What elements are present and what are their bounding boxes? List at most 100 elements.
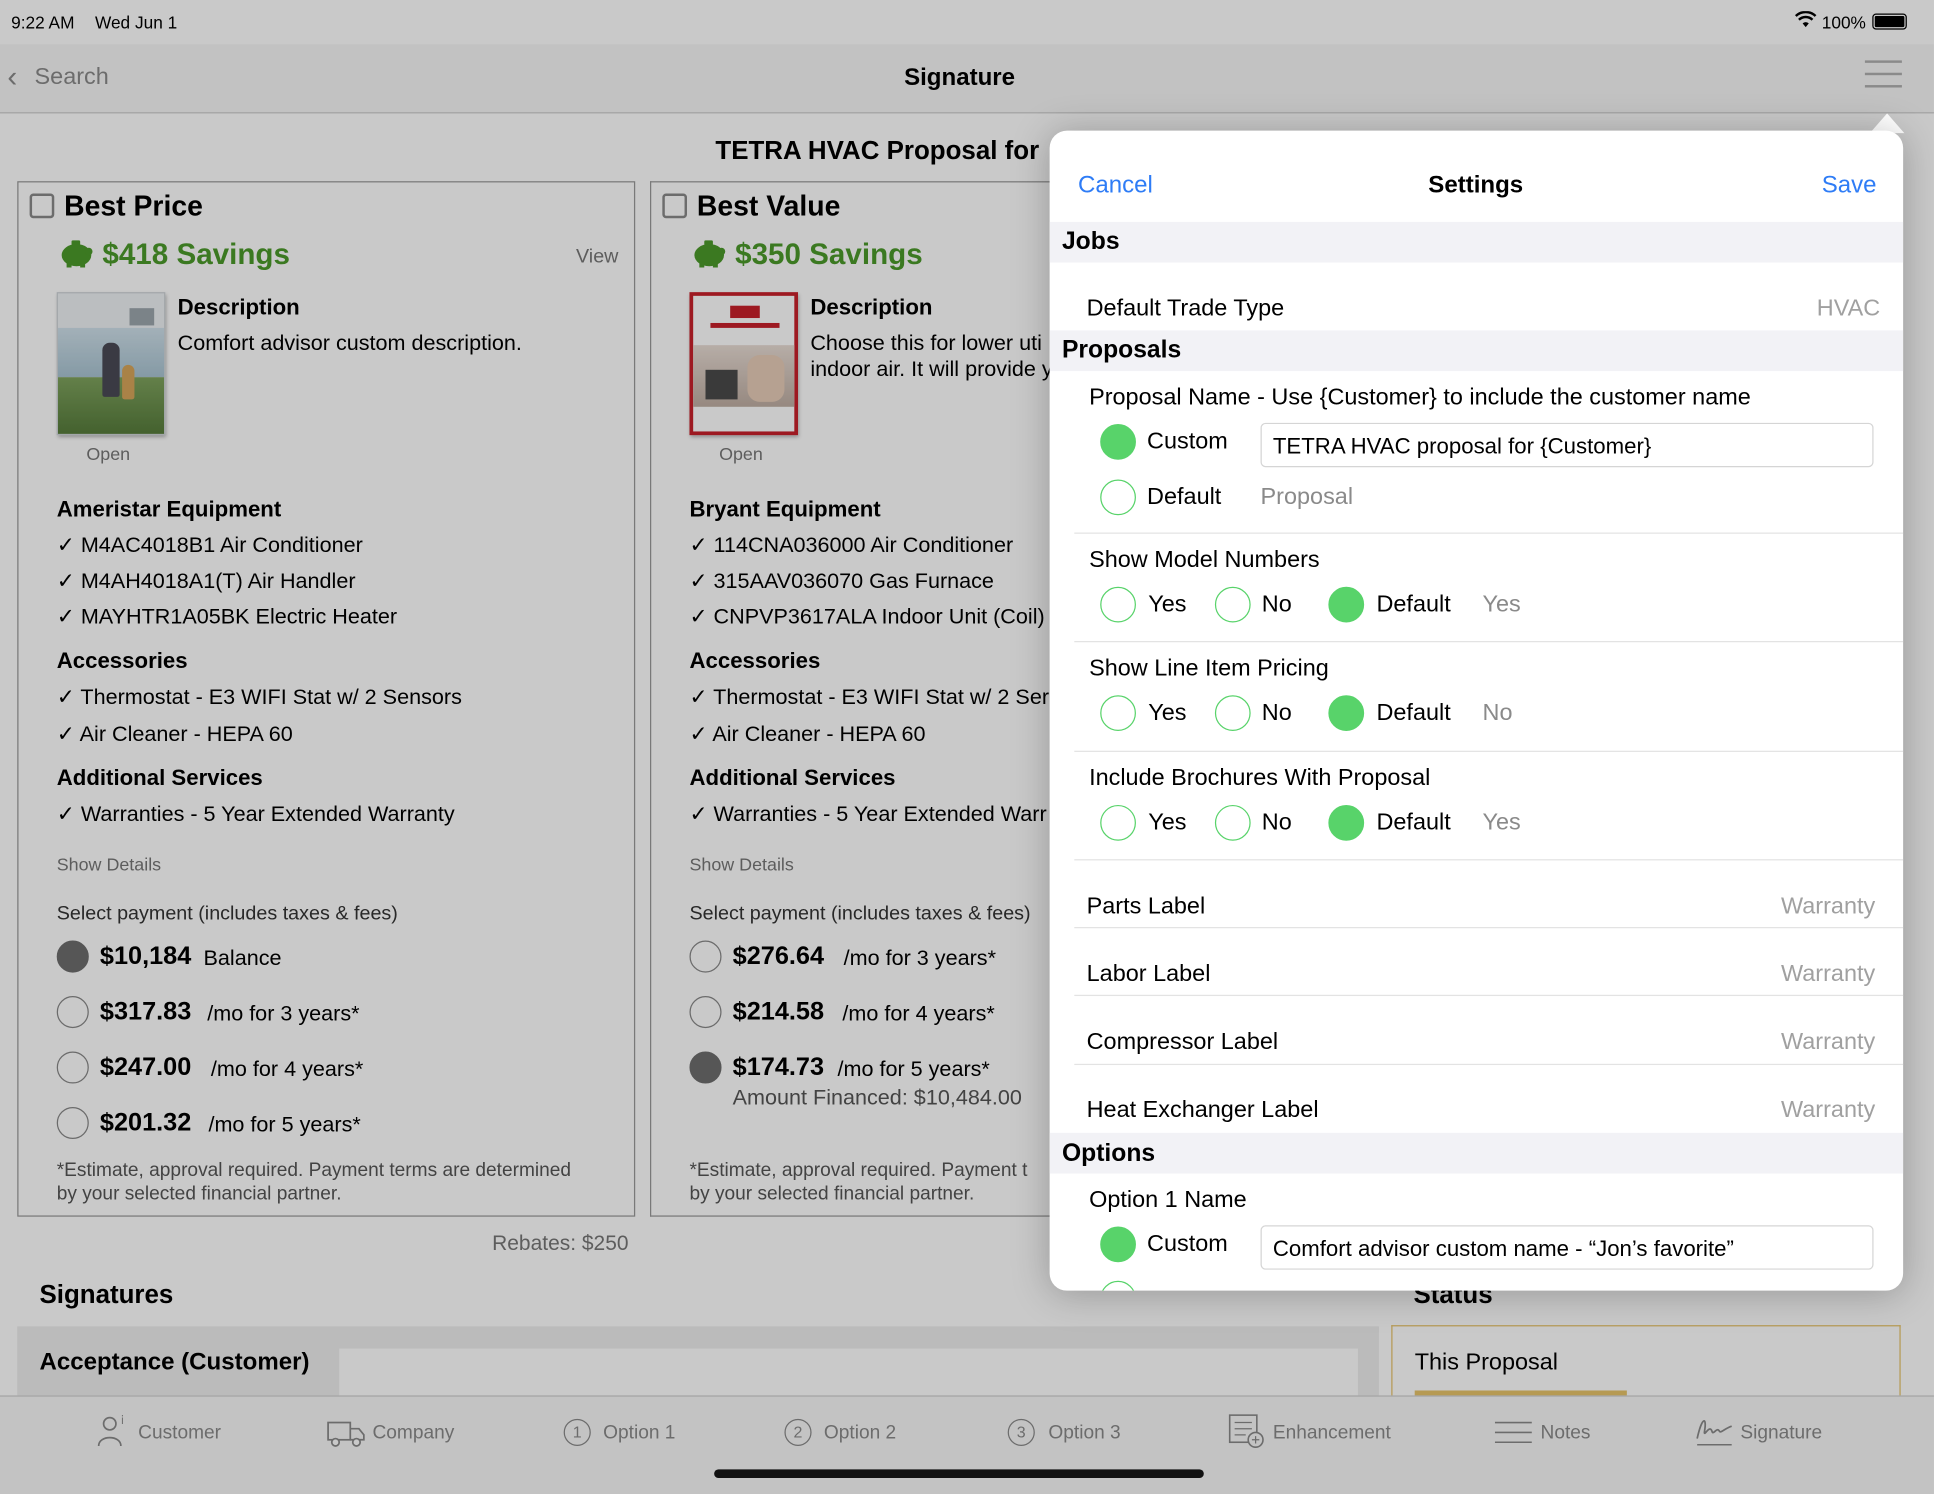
yes-label: Yes (1148, 700, 1187, 727)
default-label: Default (1376, 700, 1451, 727)
section-options: Options (1049, 1132, 1904, 1174)
cancel-button[interactable]: Cancel (1078, 171, 1153, 199)
tab-customer[interactable]: Customer (138, 1423, 221, 1445)
line-item-pricing-default-radio[interactable] (1328, 695, 1365, 731)
accessory-item: ✓ Air Cleaner - HEPA 60 (689, 721, 926, 746)
proposal-name-label: Proposal Name - Use {Customer} to includ… (1089, 384, 1751, 411)
save-button[interactable]: Save (1822, 171, 1877, 199)
parts-value[interactable]: Warranty (1781, 894, 1875, 921)
signatures-heading: Signatures (39, 1280, 174, 1310)
show-details-link[interactable]: Show Details (57, 855, 161, 875)
default-trade-type-value[interactable]: HVAC (1817, 296, 1880, 323)
payment-term: /mo for 3 years* (843, 945, 997, 971)
tab-signature[interactable]: Signature (1740, 1423, 1822, 1445)
option-1-name-input[interactable]: Comfort advisor custom name - “Jon’s fav… (1260, 1225, 1874, 1270)
equipment-item: ✓ M4AH4018A1(T) Air Handler (56, 568, 356, 593)
option-card-best-price: Best Price $418 Savings View Open Descri… (17, 181, 636, 1217)
description-text: indoor air. It will provide y (810, 356, 1053, 381)
equipment-item: ✓ 315AAV036070 Gas Furnace (689, 568, 994, 593)
option-1-default-radio[interactable] (1100, 1280, 1136, 1291)
payment-radio[interactable] (689, 1051, 722, 1084)
enhancement-icon (1228, 1414, 1265, 1455)
divider (1074, 994, 1904, 997)
open-brochure-link[interactable]: Open (719, 445, 763, 465)
section-proposals: Proposals (1049, 330, 1904, 372)
page-title: Signature (904, 64, 1016, 92)
payment-heading: Select payment (includes taxes & fees) (56, 903, 398, 925)
chevron-left-icon[interactable]: ‹ (7, 60, 17, 95)
disclaimer: *Estimate, approval required. Payment te… (56, 1159, 572, 1181)
brochures-no-radio[interactable] (1214, 804, 1251, 841)
proposal-name-custom-radio[interactable] (1100, 424, 1136, 460)
equipment-item: ✓ CNPVP3617ALA Indoor Unit (Coil) (689, 604, 1045, 629)
tab-option-1[interactable]: Option 1 (603, 1423, 675, 1445)
compressor-value[interactable]: Warranty (1781, 1029, 1875, 1056)
payment-radio[interactable] (56, 1051, 89, 1084)
tab-option-2[interactable]: Option 2 (824, 1423, 896, 1445)
payment-radio[interactable] (56, 940, 89, 973)
payment-price: $10,184 (99, 941, 192, 971)
acceptance-label: Acceptance (Customer) (39, 1348, 310, 1376)
compressor-label: Compressor Label (1086, 1029, 1279, 1056)
option-name: Best Price (64, 189, 203, 222)
menu-icon[interactable] (1864, 60, 1902, 88)
battery-percent: 100% (1821, 12, 1866, 33)
customer-icon: i (96, 1413, 128, 1454)
payment-radio[interactable] (689, 996, 722, 1029)
brochure-thumbnail[interactable] (56, 292, 166, 436)
option-1-custom-radio[interactable] (1100, 1226, 1136, 1263)
brochure-thumbnail[interactable] (689, 292, 799, 436)
brochures-yes-radio[interactable] (1100, 804, 1136, 841)
services-heading: Additional Services (56, 765, 263, 791)
view-link[interactable]: View (576, 247, 618, 269)
tab-notes[interactable]: Notes (1541, 1423, 1591, 1445)
payment-price: $276.64 (732, 941, 825, 971)
payment-radio[interactable] (689, 940, 722, 973)
proposal-name-default-radio[interactable] (1100, 479, 1136, 516)
signature-pad[interactable] (339, 1348, 1358, 1396)
model-numbers-no-radio[interactable] (1214, 586, 1251, 623)
savings-amount: $350 Savings (735, 237, 923, 272)
line-item-pricing-yes-radio[interactable] (1100, 695, 1136, 731)
heat-exchanger-value[interactable]: Warranty (1781, 1097, 1875, 1124)
show-details-link[interactable]: Show Details (689, 855, 793, 875)
equipment-item: ✓ MAYHTR1A05BK Electric Heater (56, 604, 398, 629)
accessory-item: ✓ Thermostat - E3 WIFI Stat w/ 2 Sensors (56, 684, 462, 709)
yes-label: Yes (1148, 591, 1187, 618)
accessory-item: ✓ Thermostat - E3 WIFI Stat w/ 2 Ser (689, 684, 1050, 709)
disclaimer: by your selected financial partner. (689, 1183, 975, 1205)
service-item: ✓ Warranties - 5 Year Extended Warranty (56, 801, 455, 826)
payment-term: /mo for 4 years* (842, 1000, 995, 1026)
parts-label: Parts Label (1086, 893, 1206, 920)
tab-enhancement[interactable]: Enhancement (1273, 1423, 1391, 1445)
default-proposal-name: Proposal (1260, 484, 1354, 511)
divider (1074, 641, 1904, 643)
payment-price: $317.83 (99, 997, 192, 1026)
payment-price: $174.73 (732, 1052, 825, 1082)
disclaimer: *Estimate, approval required. Payment t (689, 1159, 1028, 1181)
back-button[interactable]: Search (35, 64, 109, 91)
payment-radio[interactable] (56, 1106, 89, 1140)
no-label: No (1261, 809, 1292, 836)
proposal-title: TETRA HVAC Proposal for (715, 136, 1040, 166)
payment-term: /mo for 5 years* (208, 1111, 361, 1137)
tab-company[interactable]: Company (372, 1423, 454, 1445)
status-time: 9:22 AM (11, 12, 75, 33)
brochures-default-radio[interactable] (1328, 804, 1365, 841)
line-item-pricing-no-radio[interactable] (1214, 695, 1251, 731)
status-bar: 9:22 AM Wed Jun 1 100% (0, 0, 1934, 44)
labor-value[interactable]: Warranty (1781, 962, 1875, 989)
model-numbers-yes-radio[interactable] (1100, 586, 1136, 623)
proposal-name-input[interactable]: TETRA HVAC proposal for {Customer} (1260, 422, 1874, 468)
description-text: Comfort advisor custom description. (177, 330, 522, 356)
option-checkbox[interactable] (29, 193, 55, 219)
option-3-icon: 3 (1007, 1418, 1035, 1446)
option-checkbox[interactable] (662, 193, 688, 219)
show-model-numbers-label: Show Model Numbers (1089, 547, 1320, 574)
ipad-screen: 9:22 AM Wed Jun 1 100% ‹ Search Signatur… (0, 0, 1934, 1494)
tab-option-3[interactable]: Option 3 (1048, 1423, 1120, 1445)
services-heading: Additional Services (689, 765, 896, 791)
payment-radio[interactable] (56, 996, 89, 1029)
open-brochure-link[interactable]: Open (86, 445, 130, 465)
model-numbers-default-radio[interactable] (1328, 586, 1365, 623)
